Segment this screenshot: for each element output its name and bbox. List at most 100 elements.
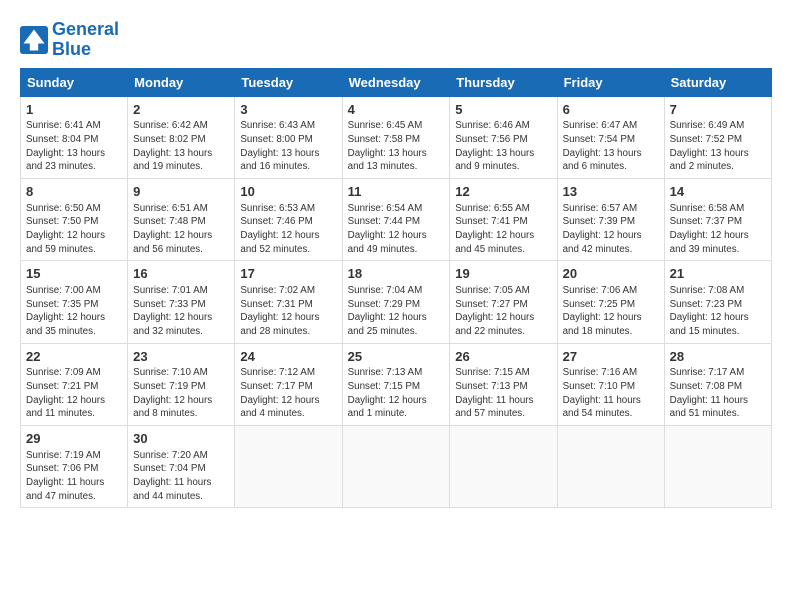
calendar-day-29: 29Sunrise: 7:19 AM Sunset: 7:06 PM Dayli… xyxy=(21,426,128,508)
calendar-day-empty xyxy=(450,426,557,508)
day-info: Sunrise: 6:42 AM Sunset: 8:02 PM Dayligh… xyxy=(133,119,229,174)
calendar-day-3: 3Sunrise: 6:43 AM Sunset: 8:00 PM Daylig… xyxy=(235,96,342,178)
day-number: 22 xyxy=(26,348,122,366)
calendar-day-empty xyxy=(557,426,664,508)
day-header-saturday: Saturday xyxy=(664,68,771,96)
day-number: 24 xyxy=(240,348,336,366)
day-info: Sunrise: 6:46 AM Sunset: 7:56 PM Dayligh… xyxy=(455,119,551,174)
calendar-day-empty xyxy=(342,426,450,508)
day-number: 18 xyxy=(348,265,445,283)
day-number: 29 xyxy=(26,430,122,448)
logo-icon xyxy=(20,26,48,54)
day-info: Sunrise: 7:09 AM Sunset: 7:21 PM Dayligh… xyxy=(26,366,122,421)
day-header-sunday: Sunday xyxy=(21,68,128,96)
day-info: Sunrise: 7:20 AM Sunset: 7:04 PM Dayligh… xyxy=(133,449,229,504)
day-header-tuesday: Tuesday xyxy=(235,68,342,96)
calendar-day-1: 1Sunrise: 6:41 AM Sunset: 8:04 PM Daylig… xyxy=(21,96,128,178)
day-info: Sunrise: 6:54 AM Sunset: 7:44 PM Dayligh… xyxy=(348,202,445,257)
day-info: Sunrise: 6:58 AM Sunset: 7:37 PM Dayligh… xyxy=(670,202,766,257)
calendar-day-16: 16Sunrise: 7:01 AM Sunset: 7:33 PM Dayli… xyxy=(128,261,235,343)
day-info: Sunrise: 6:47 AM Sunset: 7:54 PM Dayligh… xyxy=(563,119,659,174)
calendar-day-17: 17Sunrise: 7:02 AM Sunset: 7:31 PM Dayli… xyxy=(235,261,342,343)
calendar-day-27: 27Sunrise: 7:16 AM Sunset: 7:10 PM Dayli… xyxy=(557,343,664,425)
calendar-day-11: 11Sunrise: 6:54 AM Sunset: 7:44 PM Dayli… xyxy=(342,178,450,260)
calendar-header-row: SundayMondayTuesdayWednesdayThursdayFrid… xyxy=(21,68,772,96)
day-info: Sunrise: 7:16 AM Sunset: 7:10 PM Dayligh… xyxy=(563,366,659,421)
day-number: 13 xyxy=(563,183,659,201)
day-info: Sunrise: 6:41 AM Sunset: 8:04 PM Dayligh… xyxy=(26,119,122,174)
day-info: Sunrise: 7:17 AM Sunset: 7:08 PM Dayligh… xyxy=(670,366,766,421)
calendar-day-4: 4Sunrise: 6:45 AM Sunset: 7:58 PM Daylig… xyxy=(342,96,450,178)
logo-text: General Blue xyxy=(52,20,119,60)
day-number: 5 xyxy=(455,101,551,119)
logo: General Blue xyxy=(20,20,119,60)
day-header-wednesday: Wednesday xyxy=(342,68,450,96)
page-container: General Blue SundayMondayTuesdayWednesda… xyxy=(0,0,792,518)
day-number: 11 xyxy=(348,183,445,201)
calendar-day-2: 2Sunrise: 6:42 AM Sunset: 8:02 PM Daylig… xyxy=(128,96,235,178)
day-number: 23 xyxy=(133,348,229,366)
calendar-day-13: 13Sunrise: 6:57 AM Sunset: 7:39 PM Dayli… xyxy=(557,178,664,260)
calendar-day-10: 10Sunrise: 6:53 AM Sunset: 7:46 PM Dayli… xyxy=(235,178,342,260)
day-info: Sunrise: 6:57 AM Sunset: 7:39 PM Dayligh… xyxy=(563,202,659,257)
calendar-day-26: 26Sunrise: 7:15 AM Sunset: 7:13 PM Dayli… xyxy=(450,343,557,425)
day-info: Sunrise: 7:06 AM Sunset: 7:25 PM Dayligh… xyxy=(563,284,659,339)
calendar-day-9: 9Sunrise: 6:51 AM Sunset: 7:48 PM Daylig… xyxy=(128,178,235,260)
day-info: Sunrise: 6:55 AM Sunset: 7:41 PM Dayligh… xyxy=(455,202,551,257)
day-number: 16 xyxy=(133,265,229,283)
calendar-week-row: 29Sunrise: 7:19 AM Sunset: 7:06 PM Dayli… xyxy=(21,426,772,508)
calendar-day-5: 5Sunrise: 6:46 AM Sunset: 7:56 PM Daylig… xyxy=(450,96,557,178)
day-info: Sunrise: 7:19 AM Sunset: 7:06 PM Dayligh… xyxy=(26,449,122,504)
calendar-day-22: 22Sunrise: 7:09 AM Sunset: 7:21 PM Dayli… xyxy=(21,343,128,425)
calendar-table: SundayMondayTuesdayWednesdayThursdayFrid… xyxy=(20,68,772,509)
day-number: 30 xyxy=(133,430,229,448)
day-info: Sunrise: 7:12 AM Sunset: 7:17 PM Dayligh… xyxy=(240,366,336,421)
calendar-day-14: 14Sunrise: 6:58 AM Sunset: 7:37 PM Dayli… xyxy=(664,178,771,260)
day-number: 1 xyxy=(26,101,122,119)
calendar-day-18: 18Sunrise: 7:04 AM Sunset: 7:29 PM Dayli… xyxy=(342,261,450,343)
calendar-day-20: 20Sunrise: 7:06 AM Sunset: 7:25 PM Dayli… xyxy=(557,261,664,343)
day-number: 8 xyxy=(26,183,122,201)
calendar-week-row: 22Sunrise: 7:09 AM Sunset: 7:21 PM Dayli… xyxy=(21,343,772,425)
day-info: Sunrise: 7:01 AM Sunset: 7:33 PM Dayligh… xyxy=(133,284,229,339)
day-info: Sunrise: 7:13 AM Sunset: 7:15 PM Dayligh… xyxy=(348,366,445,421)
calendar-day-6: 6Sunrise: 6:47 AM Sunset: 7:54 PM Daylig… xyxy=(557,96,664,178)
day-info: Sunrise: 7:02 AM Sunset: 7:31 PM Dayligh… xyxy=(240,284,336,339)
day-info: Sunrise: 7:04 AM Sunset: 7:29 PM Dayligh… xyxy=(348,284,445,339)
day-info: Sunrise: 7:10 AM Sunset: 7:19 PM Dayligh… xyxy=(133,366,229,421)
day-number: 4 xyxy=(348,101,445,119)
calendar-day-empty xyxy=(664,426,771,508)
calendar-day-8: 8Sunrise: 6:50 AM Sunset: 7:50 PM Daylig… xyxy=(21,178,128,260)
day-info: Sunrise: 7:15 AM Sunset: 7:13 PM Dayligh… xyxy=(455,366,551,421)
day-info: Sunrise: 6:43 AM Sunset: 8:00 PM Dayligh… xyxy=(240,119,336,174)
calendar-day-15: 15Sunrise: 7:00 AM Sunset: 7:35 PM Dayli… xyxy=(21,261,128,343)
day-number: 25 xyxy=(348,348,445,366)
day-number: 15 xyxy=(26,265,122,283)
day-number: 20 xyxy=(563,265,659,283)
day-number: 10 xyxy=(240,183,336,201)
day-info: Sunrise: 7:08 AM Sunset: 7:23 PM Dayligh… xyxy=(670,284,766,339)
calendar-day-19: 19Sunrise: 7:05 AM Sunset: 7:27 PM Dayli… xyxy=(450,261,557,343)
calendar-day-25: 25Sunrise: 7:13 AM Sunset: 7:15 PM Dayli… xyxy=(342,343,450,425)
day-header-thursday: Thursday xyxy=(450,68,557,96)
day-number: 28 xyxy=(670,348,766,366)
calendar-day-28: 28Sunrise: 7:17 AM Sunset: 7:08 PM Dayli… xyxy=(664,343,771,425)
day-info: Sunrise: 7:05 AM Sunset: 7:27 PM Dayligh… xyxy=(455,284,551,339)
day-number: 26 xyxy=(455,348,551,366)
logo-general: General xyxy=(52,19,119,39)
day-number: 7 xyxy=(670,101,766,119)
day-number: 17 xyxy=(240,265,336,283)
day-info: Sunrise: 6:49 AM Sunset: 7:52 PM Dayligh… xyxy=(670,119,766,174)
day-number: 9 xyxy=(133,183,229,201)
day-info: Sunrise: 6:51 AM Sunset: 7:48 PM Dayligh… xyxy=(133,202,229,257)
day-header-monday: Monday xyxy=(128,68,235,96)
calendar-day-23: 23Sunrise: 7:10 AM Sunset: 7:19 PM Dayli… xyxy=(128,343,235,425)
calendar-week-row: 1Sunrise: 6:41 AM Sunset: 8:04 PM Daylig… xyxy=(21,96,772,178)
day-number: 27 xyxy=(563,348,659,366)
logo-blue: Blue xyxy=(52,39,91,59)
day-number: 19 xyxy=(455,265,551,283)
calendar-day-empty xyxy=(235,426,342,508)
day-number: 14 xyxy=(670,183,766,201)
calendar-day-21: 21Sunrise: 7:08 AM Sunset: 7:23 PM Dayli… xyxy=(664,261,771,343)
calendar-day-30: 30Sunrise: 7:20 AM Sunset: 7:04 PM Dayli… xyxy=(128,426,235,508)
